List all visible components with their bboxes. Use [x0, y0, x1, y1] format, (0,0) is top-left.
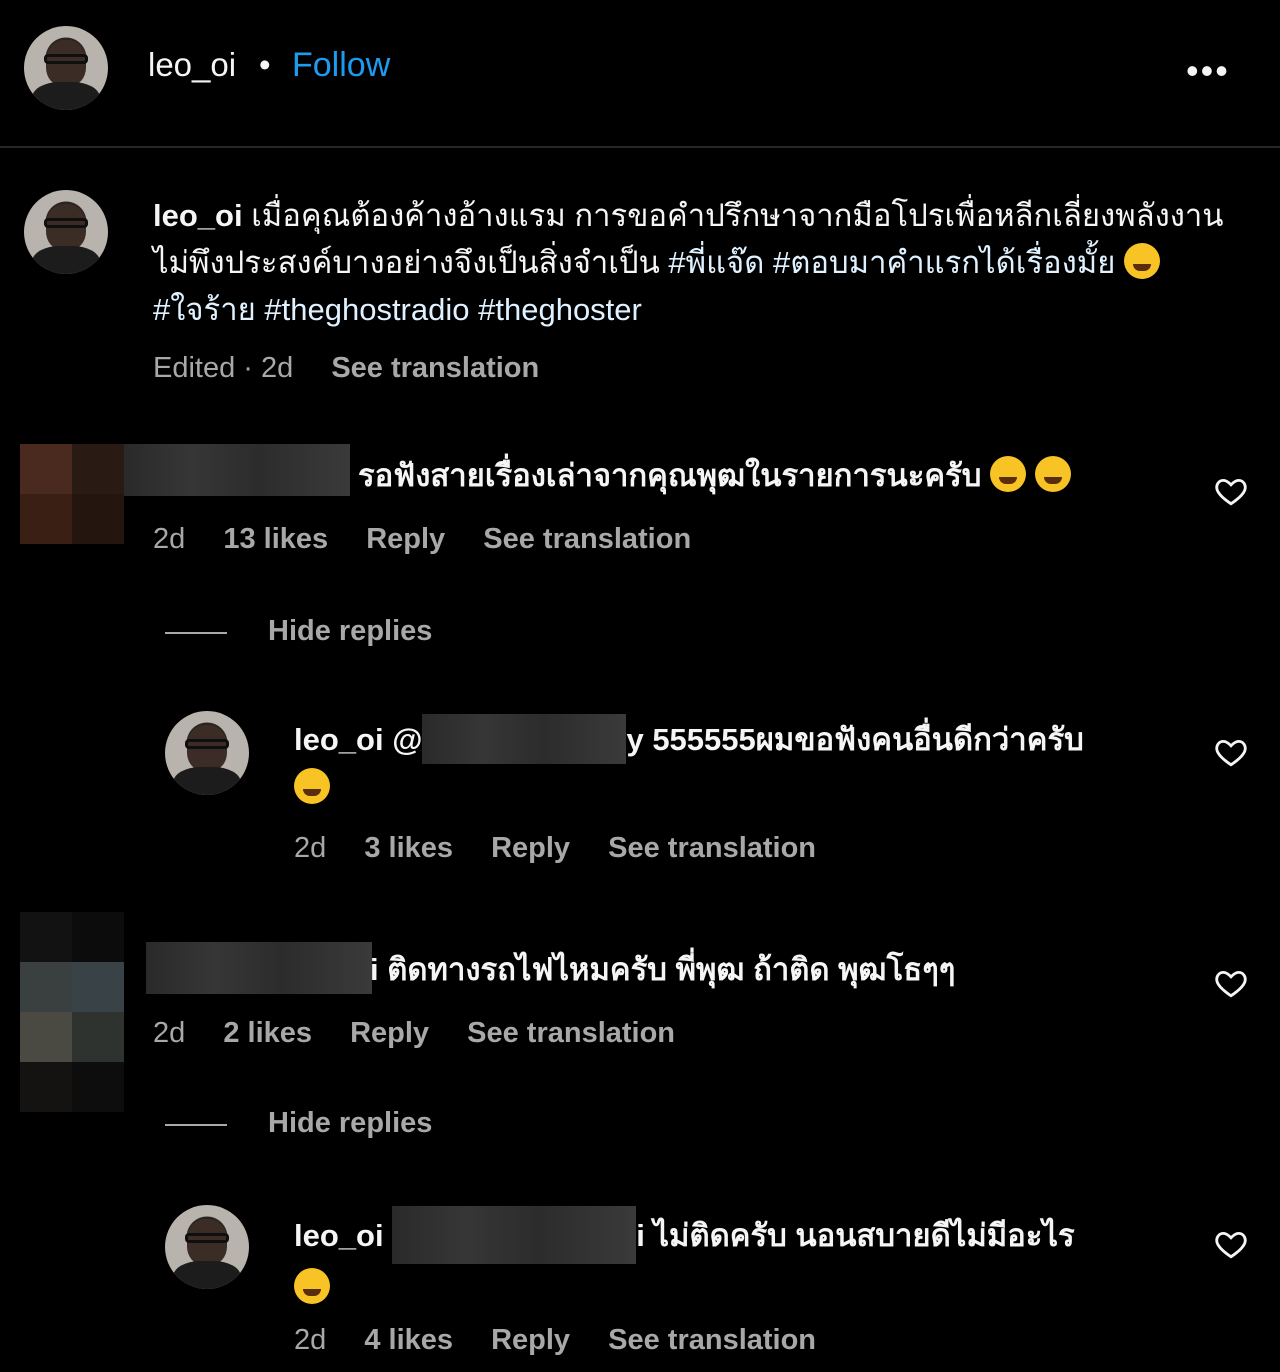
see-translation-link[interactable]: See translation [483, 523, 691, 555]
reply-meta: 2d 3 likes Reply See translation [294, 832, 846, 865]
hide-replies-button[interactable]: Hide replies [268, 1107, 432, 1140]
redacted-mention [422, 714, 627, 764]
reply-time: 2d [294, 832, 327, 864]
reply-meta: 2d 4 likes Reply See translation [294, 1324, 846, 1357]
comment-meta: 2d 13 likes Reply See translation [153, 523, 721, 556]
hide-replies-button[interactable]: Hide replies [268, 615, 432, 648]
mention-suffix[interactable]: i [636, 1218, 645, 1253]
caption-meta: Edited · 2d See translation [153, 352, 569, 385]
reply-button[interactable]: Reply [491, 832, 570, 864]
header-separator: • [259, 46, 271, 83]
reply-avatar[interactable] [165, 711, 249, 795]
follow-button[interactable]: Follow [292, 46, 390, 85]
header-divider [0, 146, 1280, 148]
caption-avatar[interactable] [24, 190, 108, 274]
redacted-mention [392, 1206, 637, 1264]
comment-time: 2d [153, 1017, 186, 1049]
commenter-avatar-pixelated[interactable] [20, 444, 124, 544]
see-translation-link[interactable]: See translation [608, 1324, 816, 1356]
caption-edited-time: Edited · 2d [153, 352, 294, 384]
comment-likes[interactable]: 2 likes [223, 1017, 312, 1049]
hashtag[interactable]: #theghostradio [264, 292, 469, 327]
hide-replies-line [165, 632, 227, 634]
reply-username[interactable]: leo_oi [294, 1218, 384, 1253]
reply-text: leo_oi i ไม่ติดครับ นอนสบายดีไม่มีอะไร [294, 1206, 1174, 1311]
see-translation-link[interactable]: See translation [608, 832, 816, 864]
reply-text: leo_oi @ y 555555ผมขอฟังคนอื่นดีกว่าครับ [294, 714, 1174, 811]
reply-button[interactable]: Reply [350, 1017, 429, 1049]
reply-username[interactable]: leo_oi [294, 722, 384, 757]
pensive-emoji [990, 456, 1027, 492]
reply-likes[interactable]: 3 likes [364, 832, 453, 864]
hide-replies-line [165, 1124, 227, 1126]
heart-icon[interactable] [1214, 1227, 1248, 1261]
redacted-username [124, 444, 350, 496]
heart-icon[interactable] [1214, 735, 1248, 769]
mention-suffix[interactable]: y [626, 722, 643, 757]
redacted-username [146, 942, 372, 994]
reply-likes[interactable]: 4 likes [364, 1324, 453, 1356]
comment-time: 2d [153, 523, 186, 555]
see-translation-link[interactable]: See translation [467, 1017, 675, 1049]
grinning-sweat-emoji [1124, 243, 1160, 279]
hashtag[interactable]: #ใจร้าย [153, 292, 256, 327]
reply-button[interactable]: Reply [366, 523, 445, 555]
reply-avatar[interactable] [165, 1205, 249, 1289]
heart-icon[interactable] [1214, 474, 1248, 508]
header-username[interactable]: leo_oi [148, 46, 236, 84]
caption-username[interactable]: leo_oi [153, 198, 243, 233]
reply-button[interactable]: Reply [491, 1324, 570, 1356]
comment-text: i ติดทางรถไฟไหมครับ พี่พุฒ ถ้าติด พุฒโธๆ… [370, 952, 956, 987]
mention-prefix[interactable]: @ [392, 722, 422, 757]
hashtag[interactable]: #พี่แจ๊ด [668, 245, 764, 280]
mention-suffix[interactable]: i [370, 952, 379, 987]
comment-text: รอฟังสายเรื่องเล่าจากคุณพุฒในรายการนะครั… [358, 452, 1071, 499]
hashtag[interactable]: #ตอบมาคำแรกได้เรื่องมั้ย [773, 245, 1115, 280]
caption: leo_oi เมื่อคุณต้องค้างอ้างแรม การขอคำปร… [153, 192, 1233, 333]
reply-time: 2d [294, 1324, 327, 1356]
header-avatar[interactable] [24, 26, 108, 110]
hashtag[interactable]: #theghoster [478, 292, 642, 327]
see-translation-link[interactable]: See translation [331, 352, 539, 384]
laughing-emoji [1034, 456, 1071, 492]
comment-likes[interactable]: 13 likes [223, 523, 328, 555]
comment-meta: 2d 2 likes Reply See translation [153, 1017, 705, 1050]
commenter-avatar-pixelated[interactable] [20, 912, 124, 1112]
heart-icon[interactable] [1214, 966, 1248, 1000]
more-options-icon[interactable]: ••• [1186, 50, 1230, 92]
tears-of-joy-emoji [294, 1268, 330, 1304]
grinning-sweat-emoji [294, 768, 330, 804]
